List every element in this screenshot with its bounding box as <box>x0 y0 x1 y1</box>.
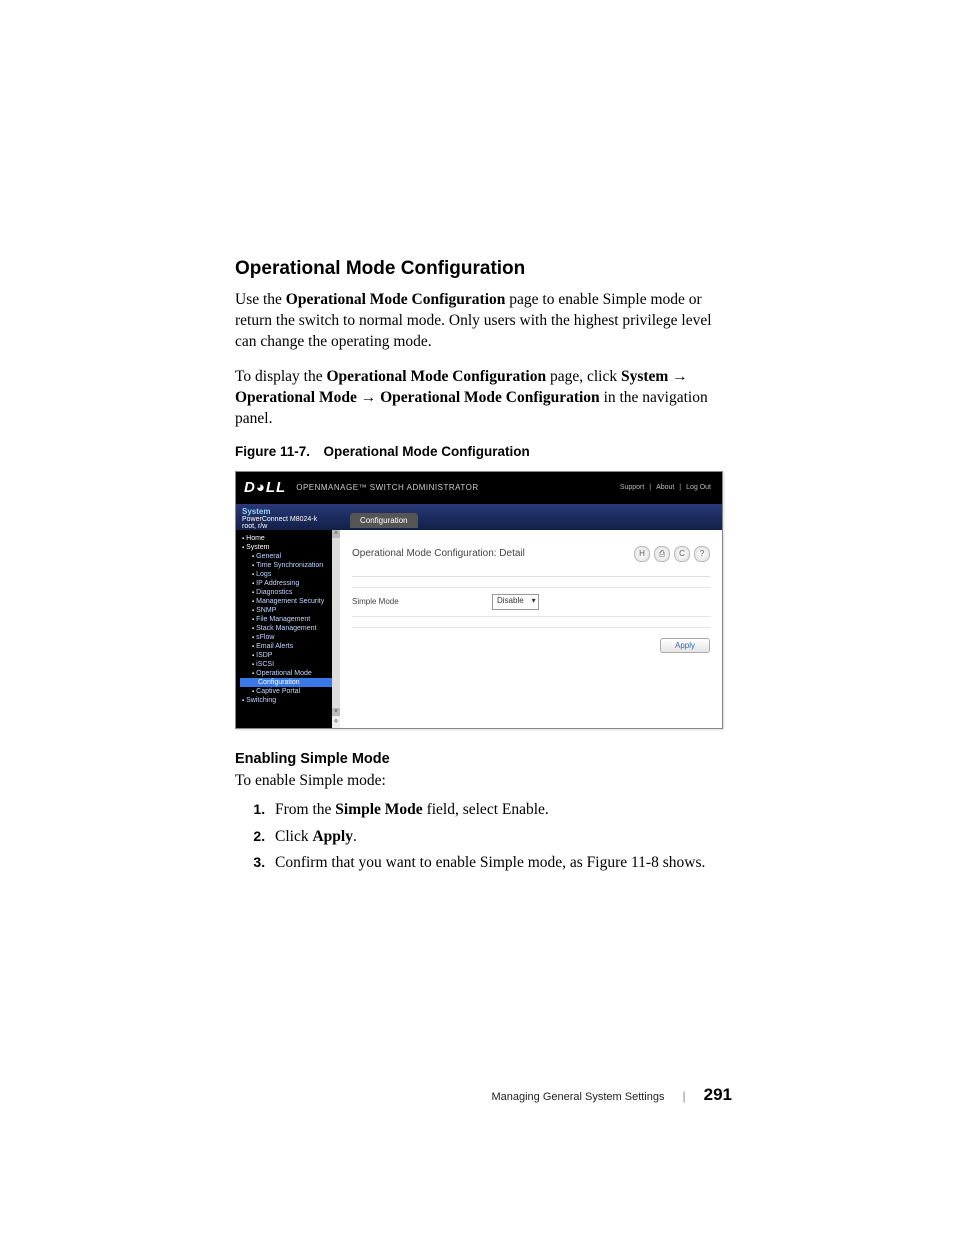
scroll-down-icon[interactable]: ˅ <box>332 708 340 716</box>
nav-path-opmode: Operational Mode <box>235 389 357 406</box>
context-user: root, r/w <box>242 523 334 530</box>
arrow: → <box>357 389 380 406</box>
panel-title: Operational Mode Configuration: Detail <box>352 548 525 559</box>
save-icon[interactable]: H <box>634 546 650 562</box>
help-icon[interactable]: ? <box>694 546 710 562</box>
print-icon[interactable]: ⎙ <box>654 546 670 562</box>
nav-path-opmodeconf: Operational Mode Configuration <box>380 389 600 406</box>
app-subtitle: OPENMANAGE™ SWITCH ADMINISTRATOR <box>296 483 478 492</box>
footer-separator: | <box>683 1089 686 1103</box>
intro-line: To enable Simple mode: <box>235 771 730 792</box>
nav-tree[interactable]: Home System General Time Synchronization… <box>236 530 340 728</box>
text: To display the <box>235 368 326 385</box>
header-links: Support | About | Log Out <box>617 484 714 491</box>
scroll-horizontal[interactable]: › ‹ <box>332 716 340 728</box>
nav-path-system: System <box>621 368 668 385</box>
nav-home[interactable]: Home <box>240 534 340 543</box>
nav-item[interactable]: SNMP <box>240 606 340 615</box>
nav-item[interactable]: Management Security <box>240 597 340 606</box>
subsection-heading: Enabling Simple Mode <box>235 751 730 767</box>
nav-item[interactable]: Diagnostics <box>240 588 340 597</box>
main-panel: Operational Mode Configuration: Detail H… <box>340 530 722 728</box>
bold-term: Simple Mode <box>335 801 422 818</box>
nav-scrollbar[interactable]: ˄ ˅ › ‹ <box>332 530 340 728</box>
page-number: 291 <box>704 1085 732 1105</box>
simple-mode-select[interactable]: Disable <box>492 594 539 610</box>
page-footer: Managing General System Settings | 291 <box>491 1085 732 1105</box>
app-header: D◕LL OPENMANAGE™ SWITCH ADMINISTRATOR Su… <box>236 472 722 504</box>
paragraph-2: To display the Operational Mode Configur… <box>235 367 730 430</box>
nav-item[interactable]: Captive Portal <box>240 687 340 696</box>
text: . <box>353 828 357 845</box>
text: page, click <box>546 368 621 385</box>
nav-item[interactable]: sFlow <box>240 633 340 642</box>
step-2: Click Apply. <box>269 824 730 850</box>
bold-term: Operational Mode Configuration <box>286 291 506 308</box>
figure-caption: Figure 11-7. Operational Mode Configurat… <box>235 444 730 459</box>
step-1: From the Simple Mode field, select Enabl… <box>269 797 730 823</box>
scroll-up-icon[interactable]: ˄ <box>332 530 340 538</box>
context-bar: System PowerConnect M8024-k root, r/w Co… <box>236 504 722 530</box>
nav-item[interactable]: General <box>240 552 340 561</box>
tab-configuration[interactable]: Configuration <box>350 513 418 528</box>
nav-system[interactable]: System <box>240 543 340 552</box>
nav-item[interactable]: Switching <box>240 696 340 705</box>
simple-mode-label: Simple Mode <box>352 597 432 606</box>
refresh-icon[interactable]: C <box>674 546 690 562</box>
nav-item-configuration-selected[interactable]: Configuration <box>240 678 340 687</box>
section-heading: Operational Mode Configuration <box>235 258 730 280</box>
apply-button[interactable]: Apply <box>660 638 710 653</box>
logout-link[interactable]: Log Out <box>686 484 711 491</box>
bold-term: Operational Mode Configuration <box>326 368 546 385</box>
context-device: PowerConnect M8024-k <box>242 516 334 523</box>
text: Click <box>275 828 312 845</box>
steps-list: From the Simple Mode field, select Enabl… <box>235 797 730 876</box>
nav-item-opmode[interactable]: Operational Mode <box>240 669 340 678</box>
nav-item[interactable]: Logs <box>240 570 340 579</box>
dell-logo: D◕LL <box>244 479 286 496</box>
text: Use the <box>235 291 286 308</box>
nav-item[interactable]: Time Synchronization <box>240 561 340 570</box>
arrow: → <box>668 368 687 385</box>
step-3: Confirm that you want to enable Simple m… <box>269 850 730 876</box>
context-system: System <box>242 507 334 516</box>
about-link[interactable]: About <box>656 484 674 491</box>
nav-item[interactable]: ISDP <box>240 651 340 660</box>
nav-item[interactable]: iSCSI <box>240 660 340 669</box>
paragraph-1: Use the Operational Mode Configuration p… <box>235 290 730 353</box>
figure-screenshot: D◕LL OPENMANAGE™ SWITCH ADMINISTRATOR Su… <box>235 471 723 729</box>
support-link[interactable]: Support <box>620 484 645 491</box>
footer-title: Managing General System Settings <box>491 1091 664 1103</box>
nav-item[interactable]: Stack Management <box>240 624 340 633</box>
nav-item[interactable]: File Management <box>240 615 340 624</box>
bold-term: Apply <box>312 828 353 845</box>
text: field, select Enable. <box>423 801 549 818</box>
nav-item[interactable]: IP Addressing <box>240 579 340 588</box>
text: From the <box>275 801 335 818</box>
nav-item[interactable]: Email Alerts <box>240 642 340 651</box>
